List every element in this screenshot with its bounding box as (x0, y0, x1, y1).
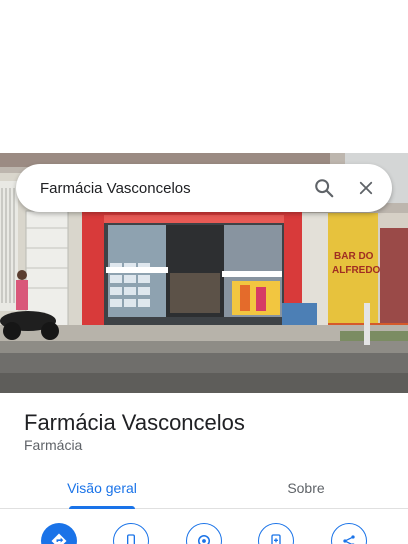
location-button[interactable] (186, 523, 222, 544)
top-blank-area (0, 0, 408, 153)
svg-text:BAR DO: BAR DO (334, 251, 374, 262)
share-icon (343, 535, 355, 544)
action-buttons-row (0, 523, 408, 544)
directions-button[interactable] (41, 523, 77, 544)
place-name: Farmácia Vasconcelos (24, 410, 245, 435)
close-icon[interactable] (348, 170, 384, 206)
share-button[interactable] (331, 523, 367, 544)
phone-icon (127, 534, 135, 544)
call-button[interactable] (113, 523, 149, 544)
save-button[interactable] (258, 523, 294, 544)
location-pin-icon (198, 535, 210, 544)
search-input[interactable]: Farmácia Vasconcelos (40, 180, 306, 197)
search-icon[interactable] (306, 170, 342, 206)
tab-bar: Visão geral Sobre (0, 468, 408, 509)
tab-about[interactable]: Sobre (204, 468, 408, 508)
svg-text:ALFREDO: ALFREDO (332, 265, 381, 276)
place-category[interactable]: Farmácia (24, 437, 82, 453)
tab-overview[interactable]: Visão geral (0, 468, 204, 509)
save-icon (271, 534, 281, 544)
directions-icon (51, 533, 67, 544)
search-bar[interactable]: Farmácia Vasconcelos (16, 164, 392, 212)
